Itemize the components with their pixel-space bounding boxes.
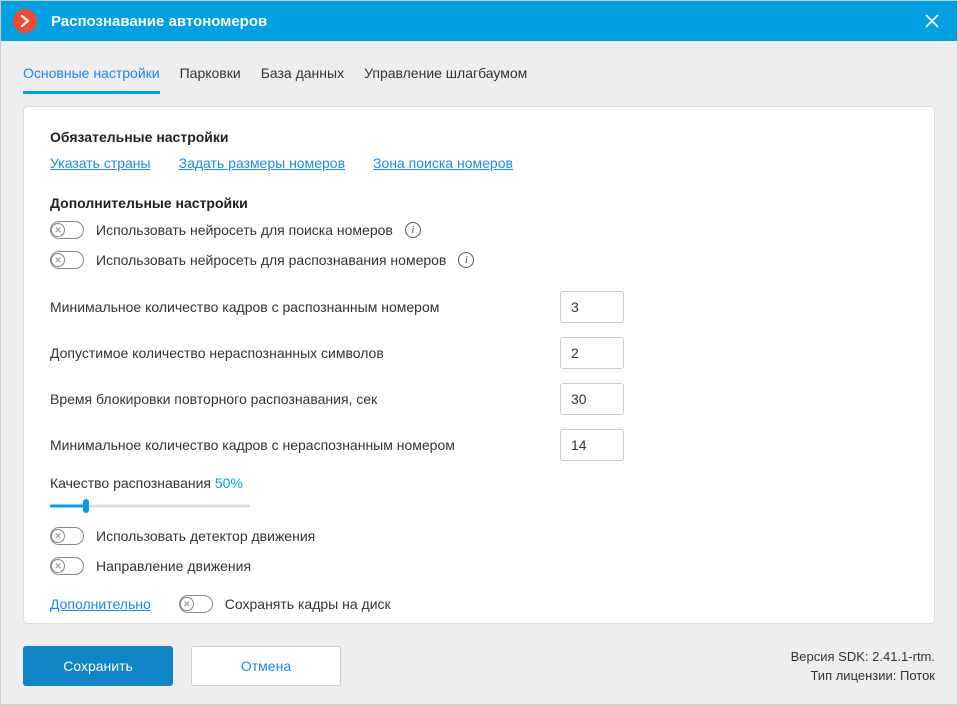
toggle-nn-recognize[interactable]: ✕ (50, 251, 84, 269)
toggle-label: Направление движения (96, 558, 251, 574)
tabs: Основные настройки Парковки База данных … (23, 59, 935, 94)
footer-info: Версия SDK: 2.41.1-rtm. Тип лицензии: По… (791, 647, 935, 686)
field-label: Минимальное количество кадров с распозна… (50, 299, 560, 315)
link-plate-sizes[interactable]: Задать размеры номеров (179, 155, 345, 171)
settings-panel: Обязательные настройки Указать страны За… (23, 106, 935, 624)
toggle-row-save-frames: ✕ Сохранять кадры на диск (179, 595, 391, 613)
required-links: Указать страны Задать размеры номеров Зо… (50, 155, 908, 171)
link-search-zone[interactable]: Зона поиска номеров (373, 155, 513, 171)
titlebar: Распознавание автономеров (1, 1, 957, 41)
field-min-unrecognized: Минимальное количество кадров с нераспоз… (50, 429, 908, 461)
link-additional[interactable]: Дополнительно (50, 596, 151, 612)
field-label: Время блокировки повторного распознавани… (50, 391, 560, 407)
license-line: Тип лицензии: Поток (791, 666, 935, 686)
close-button[interactable] (919, 10, 945, 32)
input-allowed-unrecognized[interactable] (560, 337, 624, 369)
content: Основные настройки Парковки База данных … (1, 41, 957, 634)
tab-barrier[interactable]: Управление шлагбаумом (364, 59, 527, 94)
x-icon: ✕ (51, 223, 65, 237)
toggle-label: Сохранять кадры на диск (225, 596, 391, 612)
save-button[interactable]: Сохранить (23, 646, 173, 686)
extra-row: Дополнительно ✕ Сохранять кадры на диск (50, 595, 908, 613)
tab-main-settings[interactable]: Основные настройки (23, 59, 160, 94)
input-block-time[interactable] (560, 383, 624, 415)
slider-thumb (83, 499, 89, 513)
link-countries[interactable]: Указать страны (50, 155, 151, 171)
additional-section-title: Дополнительные настройки (50, 195, 908, 211)
titlebar-left: Распознавание автономеров (13, 9, 267, 33)
footer: Сохранить Отмена Версия SDK: 2.41.1-rtm.… (1, 634, 957, 704)
x-icon: ✕ (51, 529, 65, 543)
info-icon[interactable]: i (458, 252, 474, 268)
quality-label-row: Качество распознавания 50% (50, 475, 908, 491)
toggle-label: Использовать нейросеть для поиска номеро… (96, 222, 393, 238)
toggle-save-frames[interactable]: ✕ (179, 595, 213, 613)
x-icon: ✕ (180, 597, 194, 611)
field-label: Минимальное количество кадров с нераспоз… (50, 437, 560, 453)
toggle-label: Использовать нейросеть для распознавания… (96, 252, 446, 268)
toggle-row-motion: ✕ Использовать детектор движения (50, 527, 908, 545)
input-min-unrecognized[interactable] (560, 429, 624, 461)
toggle-motion-detector[interactable]: ✕ (50, 527, 84, 545)
info-icon[interactable]: i (405, 222, 421, 238)
field-block-time: Время блокировки повторного распознавани… (50, 383, 908, 415)
slider-fill (50, 505, 86, 508)
sdk-line: Версия SDK: 2.41.1-rtm. (791, 647, 935, 667)
dialog: Распознавание автономеров Основные настр… (0, 0, 958, 705)
required-section-title: Обязательные настройки (50, 129, 908, 145)
tab-parking[interactable]: Парковки (180, 59, 241, 94)
field-min-recognized: Минимальное количество кадров с распозна… (50, 291, 908, 323)
app-icon (13, 9, 37, 33)
cancel-button[interactable]: Отмена (191, 646, 341, 686)
tab-database[interactable]: База данных (261, 59, 344, 94)
quality-slider[interactable] (50, 499, 250, 513)
toggle-direction[interactable]: ✕ (50, 557, 84, 575)
quality-label: Качество распознавания (50, 475, 215, 491)
dialog-title: Распознавание автономеров (51, 13, 267, 30)
toggle-row-nn-recognize: ✕ Использовать нейросеть для распознаван… (50, 251, 908, 269)
x-icon: ✕ (51, 253, 65, 267)
toggle-row-nn-search: ✕ Использовать нейросеть для поиска номе… (50, 221, 908, 239)
field-allowed-unrecognized: Допустимое количество нераспознанных сим… (50, 337, 908, 369)
toggle-nn-search[interactable]: ✕ (50, 221, 84, 239)
toggle-label: Использовать детектор движения (96, 528, 315, 544)
x-icon: ✕ (51, 559, 65, 573)
toggle-row-direction: ✕ Направление движения (50, 557, 908, 575)
field-label: Допустимое количество нераспознанных сим… (50, 345, 560, 361)
input-min-recognized[interactable] (560, 291, 624, 323)
footer-buttons: Сохранить Отмена (23, 646, 341, 686)
quality-value: 50% (215, 475, 243, 491)
